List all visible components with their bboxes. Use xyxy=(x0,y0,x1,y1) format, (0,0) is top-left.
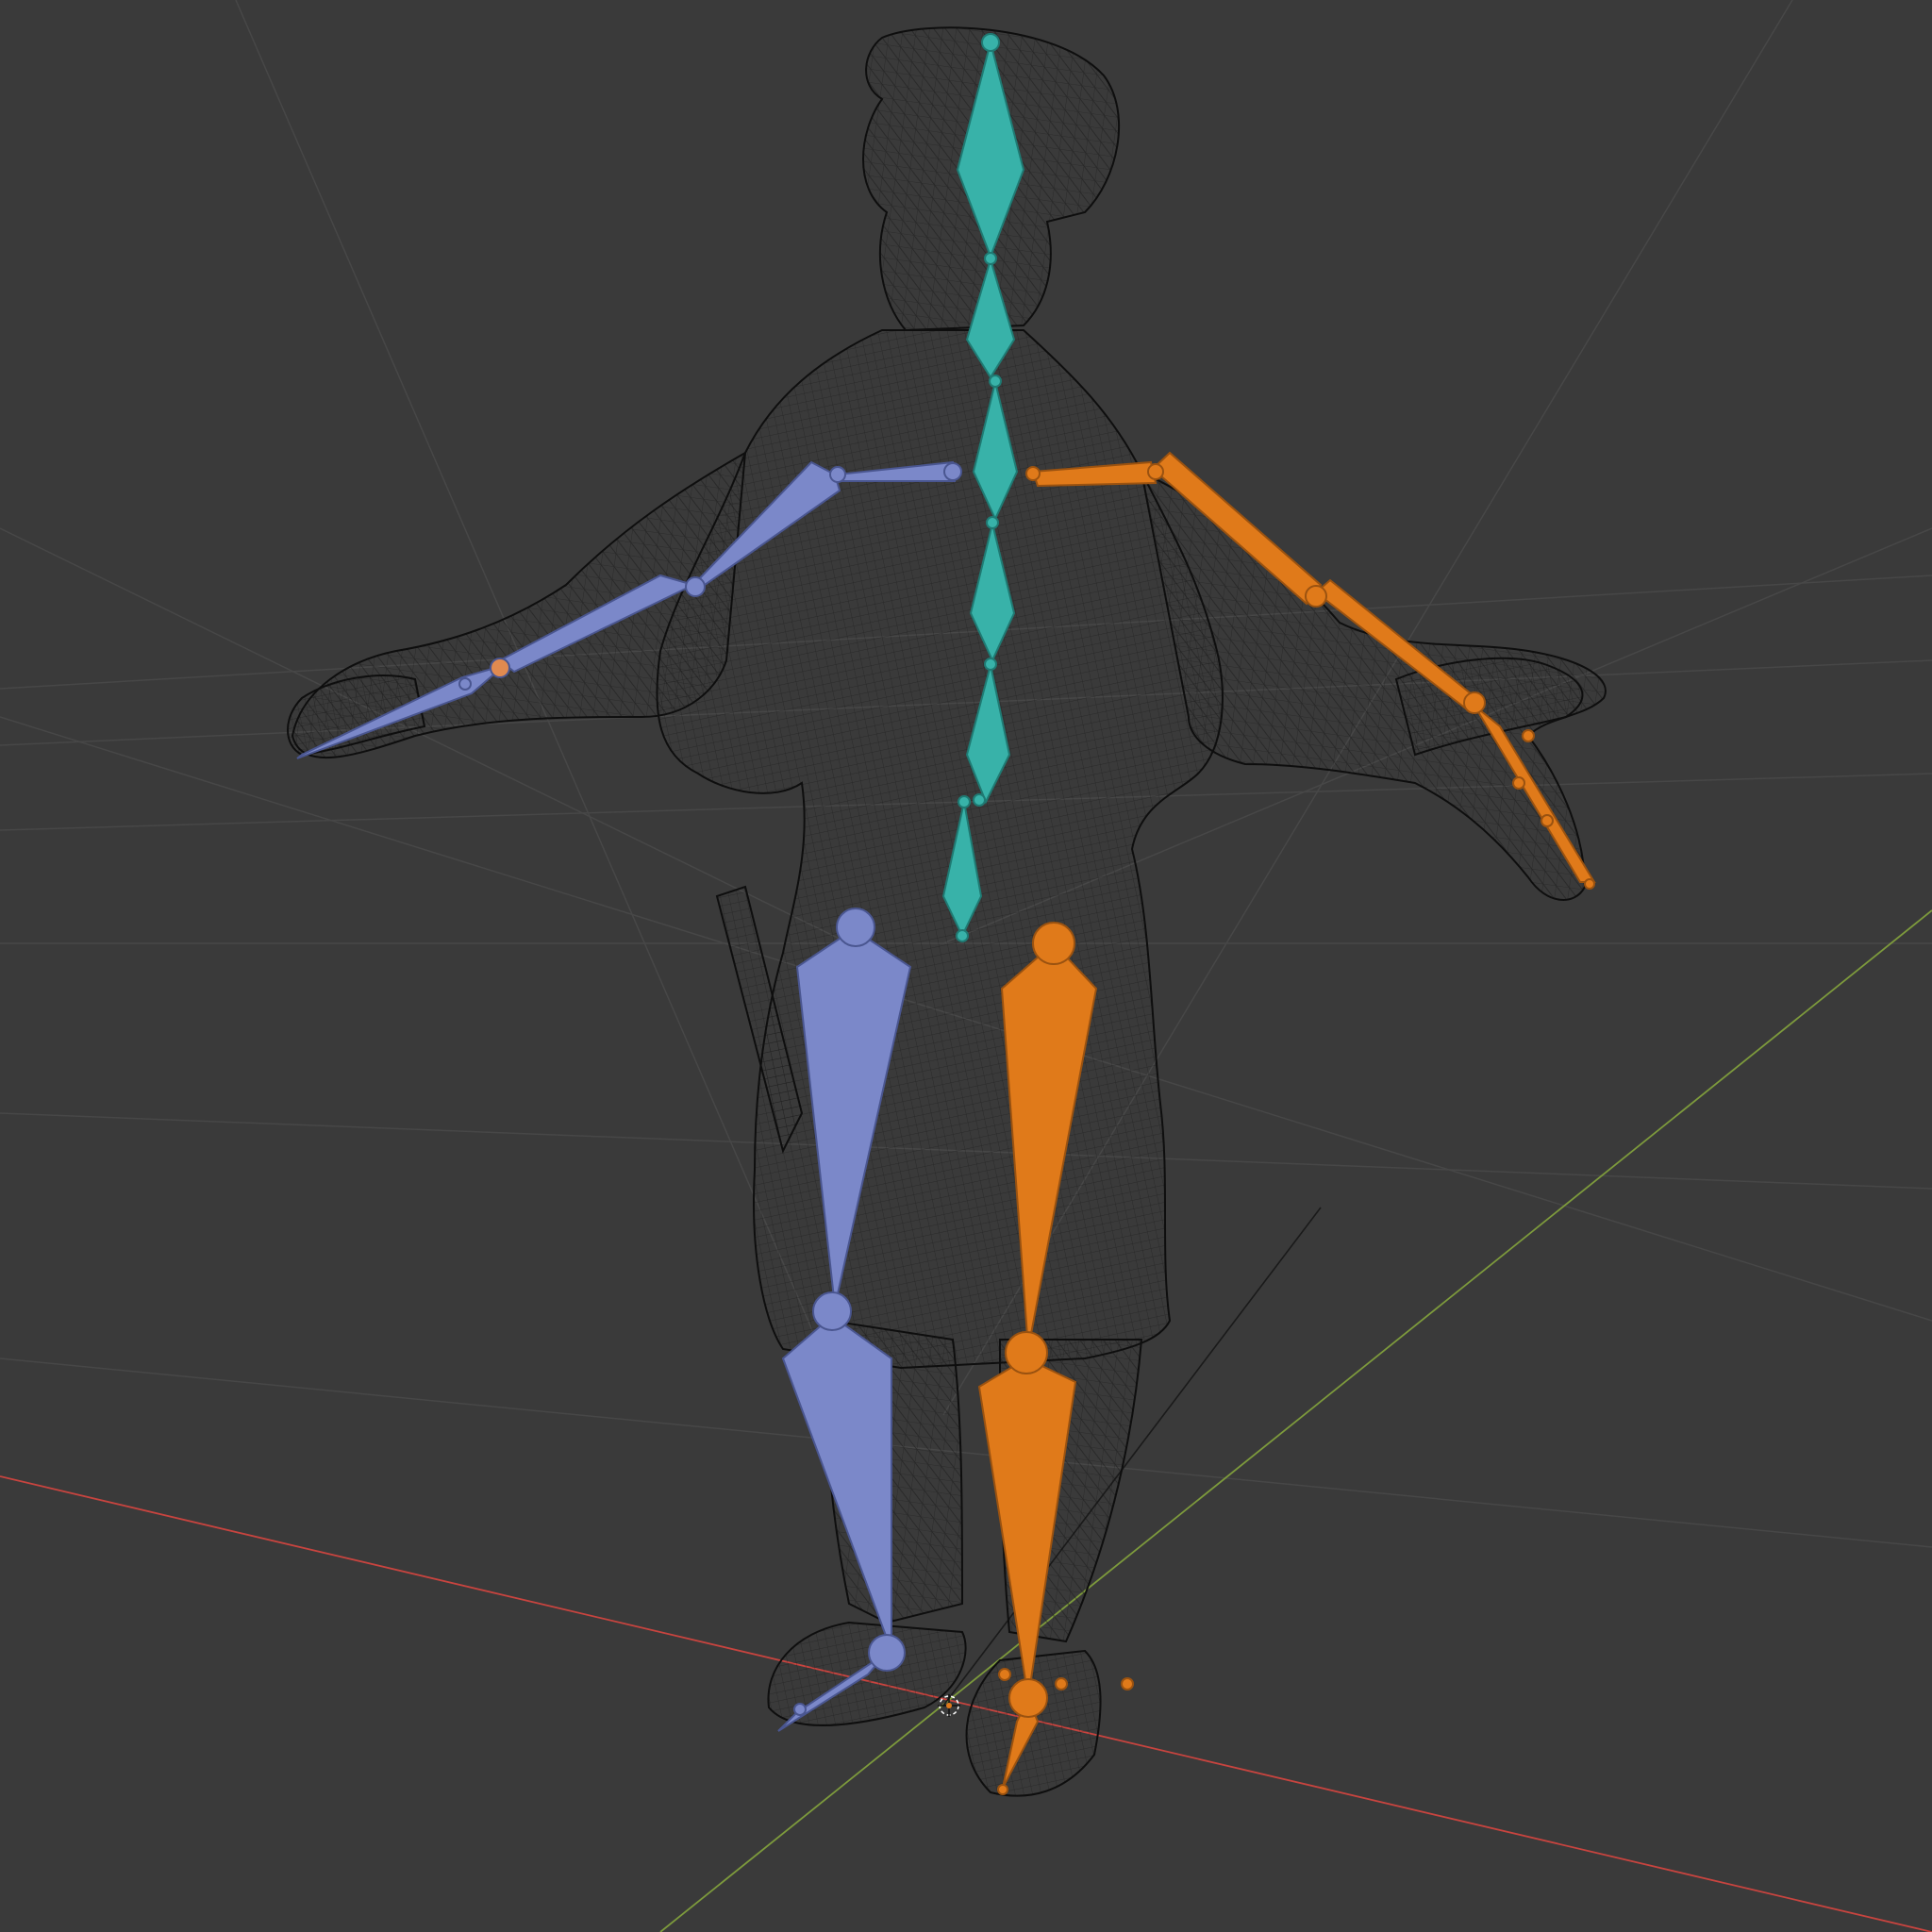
character-mesh[interactable] xyxy=(287,26,1607,1797)
3d-viewport[interactable] xyxy=(0,0,1932,1932)
left-shin-bone[interactable] xyxy=(781,1314,892,1652)
viewport-canvas[interactable] xyxy=(0,0,1932,1932)
x-axis-line xyxy=(0,1475,1932,1932)
